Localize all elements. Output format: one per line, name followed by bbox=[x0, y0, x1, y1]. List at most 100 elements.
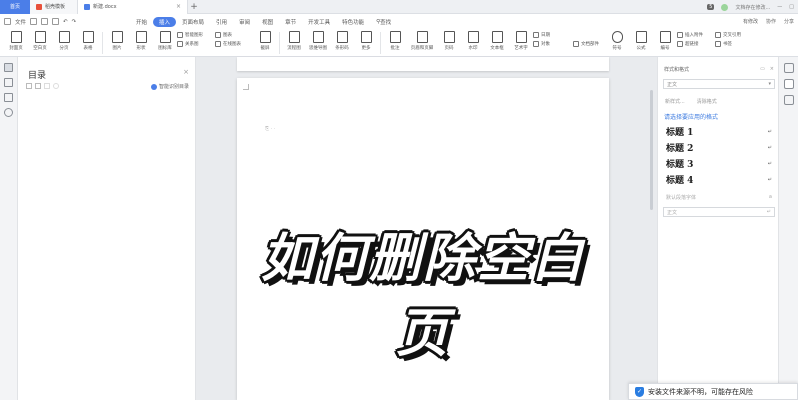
word-doc-icon bbox=[84, 3, 90, 10]
collapse-icon[interactable] bbox=[35, 83, 41, 89]
formula-button[interactable]: 公式 bbox=[629, 29, 653, 51]
icon-library-button[interactable]: 图标库 bbox=[153, 29, 177, 51]
edit-icon[interactable] bbox=[783, 63, 794, 73]
close-icon[interactable]: × bbox=[176, 3, 181, 10]
tab-document[interactable]: 新建.docx × bbox=[78, 0, 188, 14]
clear-format-button[interactable]: 清除格式 bbox=[697, 98, 717, 105]
save-icon[interactable] bbox=[30, 18, 38, 25]
smart-toc-button[interactable]: 智能识别目录 bbox=[150, 83, 189, 90]
chart-button[interactable]: 图表 bbox=[215, 32, 253, 38]
bookmark-panel-icon[interactable] bbox=[4, 93, 13, 102]
scroll-thumb[interactable] bbox=[650, 90, 653, 210]
expand-icon[interactable] bbox=[26, 83, 32, 89]
find-icon[interactable] bbox=[4, 108, 13, 117]
page-previous[interactable] bbox=[237, 57, 609, 71]
picture-button[interactable]: 图片 bbox=[105, 29, 129, 51]
cross-reference-button[interactable]: 交叉引用 bbox=[715, 32, 753, 38]
style-default-font[interactable]: 默认段落字体 a bbox=[663, 194, 775, 201]
tab-template[interactable]: 稻壳模板 bbox=[30, 0, 78, 14]
online-chart-button[interactable]: 在线图表 bbox=[215, 41, 253, 47]
maximize-icon[interactable]: □ bbox=[789, 4, 794, 10]
doc-parts-button[interactable]: 文档部件 bbox=[573, 41, 605, 47]
ribbon-divider bbox=[279, 32, 280, 54]
mindmap-button[interactable]: 思维导图 bbox=[306, 29, 330, 51]
page-current[interactable]: ⎘ · · 如何删除空白页 bbox=[237, 78, 609, 400]
menu-features[interactable]: 特色功能 bbox=[336, 17, 370, 27]
vertical-scrollbar[interactable] bbox=[650, 60, 655, 400]
date-button[interactable]: 日期 bbox=[533, 32, 573, 38]
smart-graphic-button[interactable]: 智能图形 bbox=[177, 32, 215, 38]
menu-section[interactable]: 章节 bbox=[279, 17, 302, 27]
textbox-button[interactable]: 文本框 bbox=[485, 29, 509, 51]
menu-insert[interactable]: 插入 bbox=[153, 16, 177, 27]
current-style-select[interactable]: 正文 ▾ bbox=[663, 79, 775, 89]
menu-review[interactable]: 审阅 bbox=[233, 17, 256, 27]
level-down-icon[interactable] bbox=[53, 83, 59, 89]
style-heading-2[interactable]: 标题 2 ↵ bbox=[663, 141, 775, 154]
watermark-button[interactable]: 水印 bbox=[461, 29, 485, 51]
tab-home[interactable]: 首页 bbox=[0, 0, 30, 14]
style-brush-icon[interactable] bbox=[783, 79, 794, 89]
style-heading-1[interactable]: 标题 1 ↵ bbox=[663, 125, 775, 138]
preview-icon[interactable] bbox=[52, 18, 60, 25]
menu-dev-tools[interactable]: 开发工具 bbox=[302, 17, 336, 27]
header-footer-button[interactable]: 页眉和页脚 bbox=[407, 29, 437, 51]
style-heading-4[interactable]: 标题 4 ↵ bbox=[663, 173, 775, 186]
more-icon bbox=[360, 31, 372, 43]
table-button[interactable]: 表格 bbox=[76, 29, 100, 51]
print-icon[interactable] bbox=[41, 18, 49, 25]
blank-page-button[interactable]: 空白页 bbox=[28, 29, 52, 51]
level-up-icon[interactable] bbox=[44, 83, 50, 89]
window-count-badge[interactable]: 5 bbox=[707, 4, 715, 10]
page-break-button[interactable]: 分页 bbox=[52, 29, 76, 51]
search-button[interactable]: ⚲ 查找 bbox=[370, 17, 397, 27]
minimize-icon[interactable]: — bbox=[777, 4, 782, 10]
navigation-icon[interactable] bbox=[4, 78, 13, 87]
toc-panel-icon[interactable] bbox=[4, 63, 13, 72]
table-icon bbox=[82, 31, 94, 43]
shape-button[interactable]: 形状 bbox=[129, 29, 153, 51]
page-number-button[interactable]: 页码 bbox=[437, 29, 461, 51]
shield-icon: ✓ bbox=[635, 386, 644, 397]
changes-button[interactable]: 有修改 bbox=[743, 18, 758, 25]
relation-chart-button[interactable]: 关系图 bbox=[177, 41, 215, 47]
new-style-button[interactable]: 新样式... bbox=[665, 98, 685, 105]
screenshot-button[interactable]: 截屏 bbox=[253, 29, 277, 51]
style-heading-3[interactable]: 标题 3 ↵ bbox=[663, 157, 775, 170]
menu-page-layout[interactable]: 页面布局 bbox=[176, 17, 210, 27]
wordart-button[interactable]: 艺术字 bbox=[509, 29, 533, 51]
object-button[interactable]: 对象 bbox=[533, 41, 573, 47]
undo-icon[interactable]: ↶ bbox=[63, 19, 68, 25]
file-menu[interactable]: 文件 bbox=[15, 18, 26, 26]
barcode-button[interactable]: 条形码 bbox=[330, 29, 354, 51]
format-icon[interactable] bbox=[783, 95, 794, 105]
symbol-button[interactable]: 符号 bbox=[605, 29, 629, 51]
user-avatar[interactable] bbox=[721, 3, 729, 11]
new-tab-button[interactable]: + bbox=[188, 2, 200, 12]
numbering-button[interactable]: 编号 bbox=[653, 29, 677, 51]
template-icon bbox=[36, 3, 42, 10]
redo-icon[interactable]: ↷ bbox=[72, 19, 77, 25]
more-button[interactable]: 更多 bbox=[354, 29, 378, 51]
style-body[interactable]: 正文 ↵ bbox=[663, 207, 775, 217]
menu-view[interactable]: 视图 bbox=[256, 17, 279, 27]
bookmark-button[interactable]: 书签 bbox=[715, 41, 753, 47]
cover-page-button[interactable]: 封面页 bbox=[4, 29, 28, 51]
share-button[interactable]: 分享 bbox=[784, 18, 794, 25]
menu-icon[interactable] bbox=[4, 18, 11, 25]
close-icon[interactable]: × bbox=[770, 66, 774, 72]
comment-button[interactable]: 批注 bbox=[383, 29, 407, 51]
security-notice[interactable]: ✓ 安装文件来源不明，可能存在风险 bbox=[628, 383, 798, 400]
close-icon[interactable]: × bbox=[183, 68, 189, 76]
menu-start[interactable]: 开始 bbox=[130, 17, 153, 27]
flowchart-button[interactable]: 流程图 bbox=[282, 29, 306, 51]
dock-icon[interactable]: ▭ bbox=[760, 66, 765, 72]
menu-reference[interactable]: 引用 bbox=[210, 17, 233, 27]
hyperlink-button[interactable]: 超链接 bbox=[677, 41, 715, 47]
attachment-button[interactable]: 插入附件 bbox=[677, 32, 715, 38]
collaborate-button[interactable]: 协作 bbox=[766, 18, 776, 25]
picture-icon bbox=[111, 31, 123, 43]
document-canvas[interactable]: ⎘ · · 如何删除空白页 bbox=[196, 57, 656, 400]
ribbon-divider bbox=[380, 32, 381, 54]
doc-status-text[interactable]: 文档存在修改... bbox=[735, 4, 770, 11]
